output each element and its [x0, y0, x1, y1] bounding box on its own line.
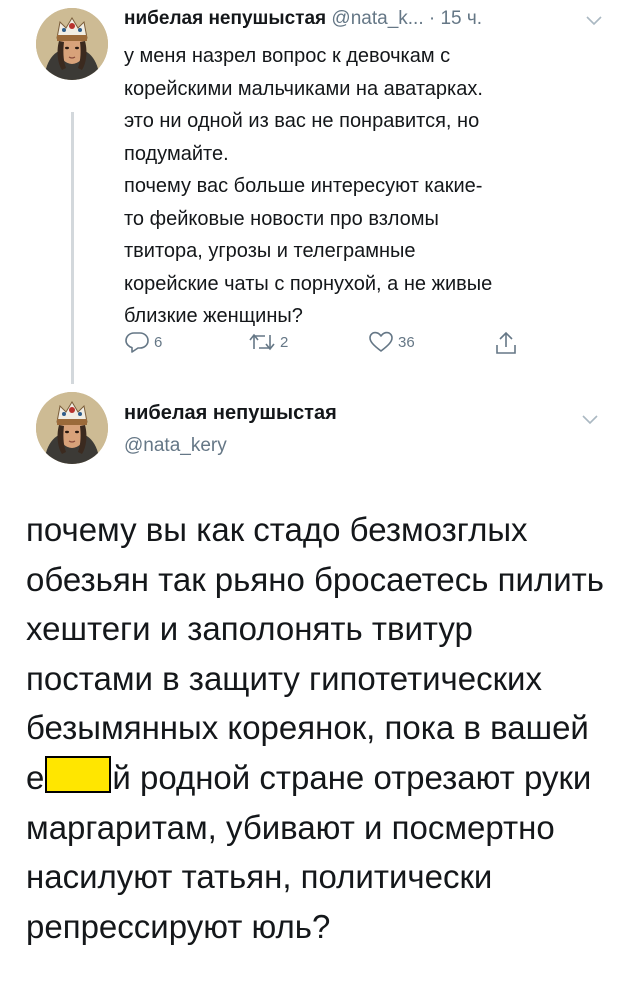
tweet-timestamp[interactable]: · 15 ч. [429, 8, 482, 29]
tweet-text-line: почему вас больше интересуют какие- [124, 175, 483, 197]
tweet-header: нибелая непушыстая @nata_k... · 15 ч. [124, 8, 604, 30]
author-name[interactable]: нибелая непушыстая [124, 8, 326, 29]
tweet-text-line: корейскими мальчиками на аватарках. [124, 77, 483, 100]
chevron-down-icon [582, 415, 598, 425]
tweet-text: у меня назрел вопрос к девочкам с корейс… [124, 40, 594, 333]
redaction-box [45, 755, 112, 793]
author-handle[interactable]: @nata_kery [124, 435, 227, 457]
tweet-text-line: близкие женщины? [124, 305, 303, 327]
tweet-text-part: почему вы как стадо безмозглых обезьян т… [26, 511, 604, 796]
thread-connector-line [71, 112, 74, 384]
like-count: 36 [398, 333, 415, 351]
tweet-text-large: почему вы как стадо безмозглых обезьян т… [26, 505, 606, 951]
tweet-text-line: то фейковые новости про взломы [124, 207, 439, 230]
tweet-text-line: подумайте. [124, 142, 229, 165]
like-button[interactable]: 36 [368, 330, 415, 354]
avatar-portrait-image [36, 392, 108, 464]
tweet-text-line: корейские чаты с порнухой, а не живые [124, 272, 493, 295]
share-icon [496, 331, 516, 354]
avatar[interactable] [36, 392, 108, 464]
tweet-menu-button[interactable] [586, 13, 602, 29]
chevron-down-icon [586, 16, 602, 26]
avatar[interactable] [36, 8, 108, 80]
reply-icon [125, 332, 149, 353]
tweet-text-line: это ни одной из вас не понравится, но [124, 110, 480, 132]
heart-icon [369, 331, 393, 352]
retweet-icon [249, 333, 275, 351]
reply-count: 6 [154, 333, 163, 351]
tweet-actions: 6 2 36 [124, 330, 544, 358]
tweet-text-line: у меня назрел вопрос к девочкам с [124, 45, 451, 67]
tweet-text-line: твитора, угрозы и телеграмные [124, 240, 416, 262]
tweet-menu-button[interactable] [582, 412, 598, 428]
retweet-count: 2 [280, 333, 289, 351]
retweet-button[interactable]: 2 [248, 330, 288, 354]
reply-button[interactable]: 6 [124, 330, 162, 354]
author-name[interactable]: нибелая непушыстая [124, 402, 337, 425]
author-handle[interactable]: @nata_k... [331, 8, 423, 29]
avatar-portrait-image [36, 8, 108, 80]
share-button[interactable] [494, 330, 518, 356]
